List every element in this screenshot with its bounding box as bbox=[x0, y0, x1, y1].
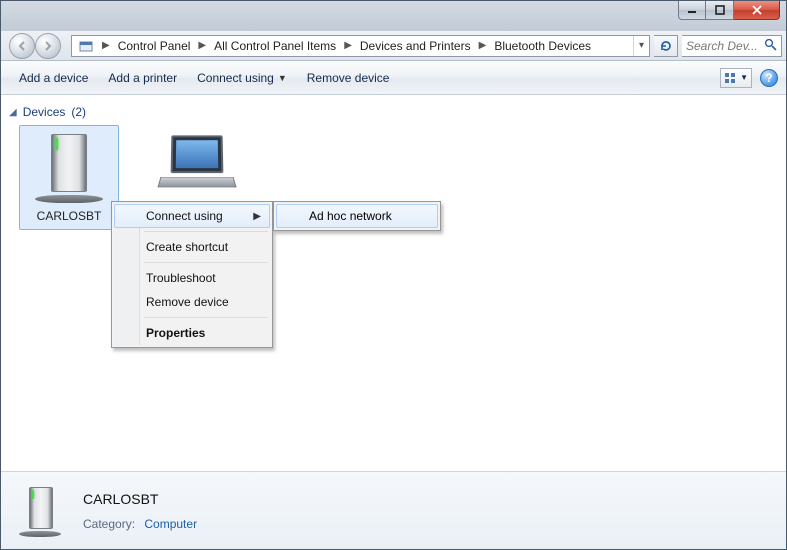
chevron-down-icon: ▼ bbox=[740, 73, 748, 82]
cmd-connect-using[interactable]: Connect using ▼ bbox=[187, 67, 297, 89]
view-options-button[interactable]: ▼ bbox=[720, 68, 752, 88]
command-bar: Add a device Add a printer Connect using… bbox=[1, 61, 786, 95]
details-meta: CARLOSBT Category: Computer bbox=[83, 491, 197, 531]
cmd-add-printer[interactable]: Add a printer bbox=[98, 67, 187, 89]
chevron-right-icon: ▶ bbox=[196, 40, 208, 51]
device-item[interactable] bbox=[141, 129, 241, 208]
menu-item-remove-device[interactable]: Remove device bbox=[114, 290, 270, 314]
chevron-right-icon: ▶ bbox=[100, 40, 112, 51]
laptop-icon bbox=[151, 129, 231, 204]
address-history-dropdown[interactable]: ▾ bbox=[633, 36, 649, 56]
group-count: (2) bbox=[71, 105, 86, 119]
back-button[interactable] bbox=[9, 33, 35, 59]
search-input[interactable]: Search Dev... bbox=[682, 35, 782, 57]
details-pane: CARLOSBT Category: Computer bbox=[1, 471, 786, 549]
location-icon bbox=[76, 38, 96, 54]
search-placeholder: Search Dev... bbox=[686, 39, 758, 53]
address-right: ▾ bbox=[633, 36, 649, 56]
group-label: Devices bbox=[23, 105, 66, 119]
menu-separator bbox=[144, 262, 268, 263]
chevron-right-icon: ▶ bbox=[342, 40, 354, 51]
refresh-button[interactable] bbox=[654, 35, 678, 57]
group-header[interactable]: ◢ Devices (2) bbox=[9, 105, 86, 119]
breadcrumb-item[interactable]: Devices and Printers bbox=[354, 36, 477, 56]
context-submenu: Ad hoc network bbox=[273, 201, 441, 231]
search-icon bbox=[764, 38, 777, 54]
cmd-connect-using-label: Connect using bbox=[197, 71, 274, 85]
breadcrumb-item[interactable]: All Control Panel Items bbox=[208, 36, 342, 56]
menu-item-connect-using[interactable]: Connect using ▶ bbox=[114, 204, 270, 228]
cmd-add-device[interactable]: Add a device bbox=[9, 67, 98, 89]
chevron-right-icon: ▶ bbox=[253, 211, 261, 222]
details-thumb bbox=[15, 483, 65, 539]
thumbnails-icon bbox=[724, 72, 736, 84]
explorer-window: ▶ Control Panel ▶ All Control Panel Item… bbox=[0, 0, 787, 550]
details-category-value[interactable]: Computer bbox=[144, 517, 197, 531]
cmd-remove-device[interactable]: Remove device bbox=[297, 67, 400, 89]
menu-item-troubleshoot[interactable]: Troubleshoot bbox=[114, 266, 270, 290]
menu-item-create-shortcut[interactable]: Create shortcut bbox=[114, 235, 270, 259]
titlebar-strip bbox=[1, 1, 786, 31]
menu-item-label: Connect using bbox=[146, 209, 223, 223]
minimize-button[interactable] bbox=[678, 1, 706, 20]
breadcrumb-item[interactable]: Bluetooth Devices bbox=[488, 36, 597, 56]
computer-tower-icon bbox=[29, 130, 109, 205]
computer-tower-icon bbox=[15, 483, 65, 539]
forward-button[interactable] bbox=[35, 33, 61, 59]
chevron-right-icon: ▶ bbox=[477, 40, 489, 51]
details-name: CARLOSBT bbox=[83, 491, 197, 507]
details-category-label: Category: bbox=[83, 517, 135, 531]
submenu-item-adhoc[interactable]: Ad hoc network bbox=[276, 204, 438, 228]
address-bar[interactable]: ▶ Control Panel ▶ All Control Panel Item… bbox=[71, 35, 650, 57]
device-item-selected[interactable]: CARLOSBT bbox=[19, 125, 119, 230]
menu-item-properties[interactable]: Properties bbox=[114, 321, 270, 345]
chevron-down-icon: ▼ bbox=[278, 73, 287, 83]
close-button[interactable] bbox=[734, 1, 780, 20]
menu-separator bbox=[144, 231, 268, 232]
context-menu: Connect using ▶ Create shortcut Troubles… bbox=[111, 201, 273, 348]
help-button[interactable]: ? bbox=[760, 69, 778, 87]
collapse-icon: ◢ bbox=[9, 107, 17, 118]
device-label: CARLOSBT bbox=[20, 209, 118, 223]
nav-buttons bbox=[9, 33, 61, 59]
navigation-row: ▶ Control Panel ▶ All Control Panel Item… bbox=[1, 31, 786, 61]
menu-separator bbox=[144, 317, 268, 318]
breadcrumb-item[interactable]: Control Panel bbox=[112, 36, 197, 56]
maximize-button[interactable] bbox=[706, 1, 734, 20]
caption-buttons bbox=[678, 1, 780, 21]
